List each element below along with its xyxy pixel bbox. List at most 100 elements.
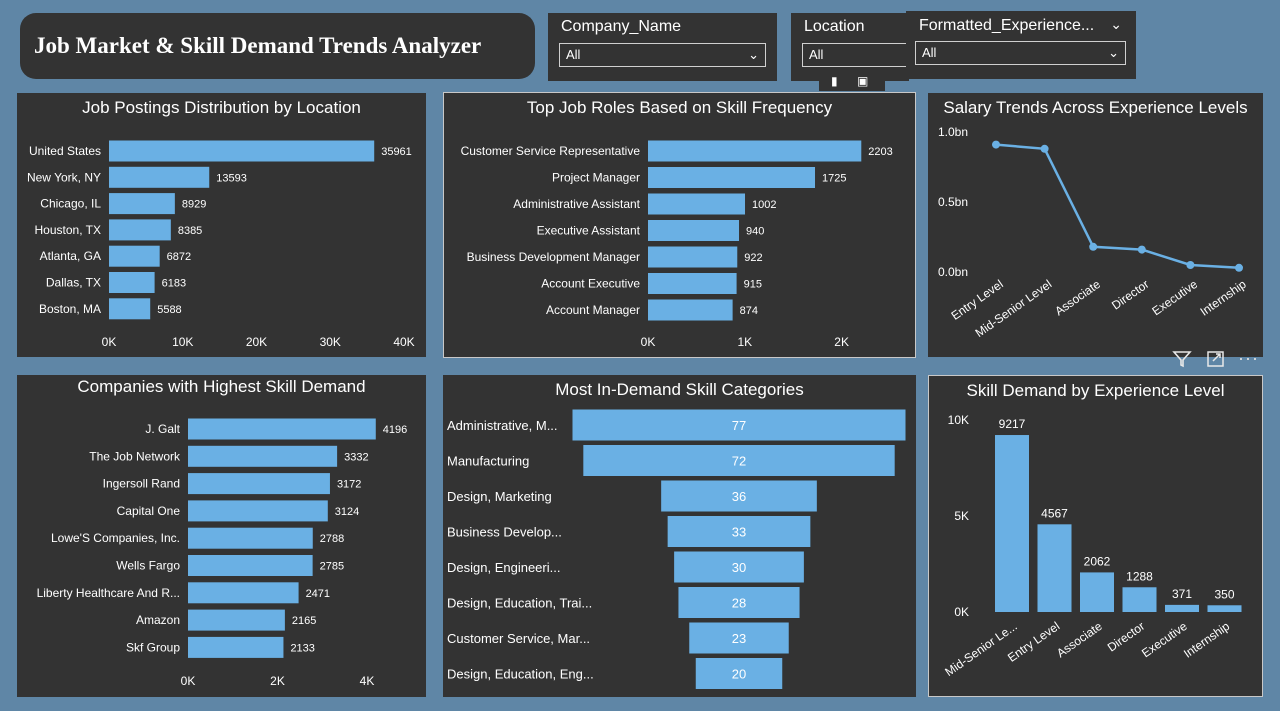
location-dropdown[interactable]: All: [802, 43, 912, 67]
company-dropdown[interactable]: All ⌄: [559, 43, 766, 67]
bar: [109, 219, 171, 241]
bar: [109, 140, 375, 162]
dashboard-title-box: Job Market & Skill Demand Trends Analyze…: [20, 13, 535, 79]
bar: [109, 193, 175, 215]
category-label: Lowe'S Companies, Inc.: [51, 531, 180, 545]
pin-icon[interactable]: ▮: [831, 74, 838, 88]
data-label: 940: [746, 226, 764, 238]
x-tick-label: Internship: [1181, 619, 1232, 661]
companies-bar-chart: J. Galt 4196 The Job Network 3332 Ingersoll …: [37, 418, 407, 688]
experience-dropdown-value: All: [922, 45, 937, 60]
roles-chart-panel: Top Job Roles Based on Skill Frequency C…: [443, 92, 916, 358]
x-tick-label: 20K: [246, 335, 267, 349]
data-label: 8929: [182, 199, 206, 211]
category-label: Business Develop...: [447, 525, 562, 540]
category-label: J. Galt: [145, 422, 180, 436]
data-label: 2203: [868, 146, 892, 158]
data-label: 5588: [157, 304, 181, 316]
x-tick-label: Associate: [1054, 619, 1105, 660]
bar: [188, 609, 285, 631]
data-label: 371: [1172, 587, 1192, 601]
data-label: 77: [732, 418, 746, 433]
category-label: Atlanta, GA: [40, 249, 101, 263]
data-label: 4567: [1041, 506, 1068, 520]
company-dropdown-value: All: [566, 47, 581, 62]
y-tick-label: 0K: [954, 605, 969, 619]
x-tick-label: 0K: [181, 674, 196, 688]
x-tick-label: Associate: [1052, 277, 1103, 318]
data-point: [1137, 245, 1146, 254]
x-tick-label: Director: [1109, 277, 1151, 313]
data-label: 6872: [167, 251, 191, 263]
salary-chart-panel: Salary Trends Across Experience Levels 0…: [928, 93, 1263, 357]
data-label: 9217: [999, 417, 1026, 431]
experience-slicer[interactable]: Formatted_Experience... ⌄ All ⌄: [906, 11, 1136, 79]
y-tick-label: 0.0bn: [938, 265, 968, 279]
y-tick-label: 0.5bn: [938, 195, 968, 209]
data-label: 30: [732, 560, 746, 575]
category-label: Administrative, M...: [447, 418, 558, 433]
chevron-down-icon: ⌄: [1108, 45, 1119, 60]
x-tick-label: 4K: [360, 674, 375, 688]
experience-bar-chart: 0K5K10K 9217Mid-Senior Le...4567Entry Lev…: [942, 413, 1242, 679]
x-tick-label: Executive: [1149, 277, 1200, 318]
data-label: 2785: [320, 561, 344, 573]
dashboard-title: Job Market & Skill Demand Trends Analyze…: [34, 33, 482, 58]
bar: [109, 166, 210, 188]
x-tick-label: 1K: [737, 335, 752, 349]
data-label: 4196: [383, 424, 407, 436]
data-label: 2788: [320, 533, 344, 545]
bar: [188, 500, 328, 522]
x-tick-label: 0K: [641, 335, 656, 349]
bar: [188, 445, 338, 467]
visual-header-strip: ▮ ▣: [819, 74, 885, 91]
data-label: 3332: [344, 451, 368, 463]
bar: [648, 299, 733, 321]
focus-mode-icon[interactable]: [1206, 350, 1226, 373]
x-tick-label: 0K: [102, 335, 117, 349]
categories-funnel-chart: Administrative, M... 77 Manufacturing 72 Des…: [447, 409, 906, 689]
category-label: Customer Service, Mar...: [447, 631, 590, 646]
location-dropdown-value: All: [809, 47, 824, 62]
data-label: 23: [732, 631, 746, 646]
x-tick-label: 30K: [320, 335, 341, 349]
bar: [648, 167, 816, 188]
bar: [109, 272, 155, 293]
category-label: Amazon: [136, 613, 180, 627]
category-label: Account Manager: [546, 303, 640, 317]
x-tick-label: Executive: [1139, 619, 1190, 660]
data-label: 13593: [216, 172, 247, 184]
bar: [188, 473, 330, 495]
location-slicer[interactable]: Location All: [791, 13, 912, 81]
filter-icon[interactable]: [1172, 350, 1192, 373]
bar: [1122, 587, 1157, 612]
category-label: United States: [29, 144, 101, 158]
data-label: 35961: [381, 146, 412, 158]
data-point: [1040, 144, 1049, 153]
x-tick-label: Internship: [1198, 277, 1249, 319]
category-label: Wells Fargo: [116, 559, 180, 573]
series-line: [995, 143, 1240, 270]
bar: [648, 140, 862, 162]
category-label: Chicago, IL: [40, 197, 101, 211]
data-label: 3172: [337, 479, 361, 491]
focus-mode-icon[interactable]: ▣: [857, 74, 868, 88]
data-label: 6183: [162, 278, 186, 290]
salary-line-chart: 0.0bn0.5bn1.0bnEntry LevelMid-Senior Lev…: [938, 125, 1249, 340]
x-tick-label: 2K: [270, 674, 285, 688]
experience-chart-panel[interactable]: Skill Demand by Experience Level 0K 5K 10K…: [928, 375, 1263, 697]
category-label: Executive Assistant: [537, 224, 641, 238]
category-label: New York, NY: [27, 170, 101, 184]
location-bar-chart: United States 35961 New York, NY 13593 Chica…: [27, 140, 415, 349]
x-tick-label: 40K: [393, 335, 414, 349]
chevron-down-icon[interactable]: ⌄: [1110, 16, 1122, 33]
experience-dropdown[interactable]: All ⌄: [915, 41, 1126, 65]
data-label: 922: [744, 252, 762, 264]
category-label: Administrative Assistant: [513, 197, 640, 211]
category-label: Houston, TX: [35, 223, 101, 237]
bar: [648, 246, 738, 268]
category-label: Account Executive: [541, 277, 640, 291]
more-options-icon[interactable]: ···: [1238, 348, 1259, 369]
company-slicer[interactable]: Company_Name All ⌄: [548, 13, 777, 81]
category-label: Project Manager: [552, 171, 640, 185]
